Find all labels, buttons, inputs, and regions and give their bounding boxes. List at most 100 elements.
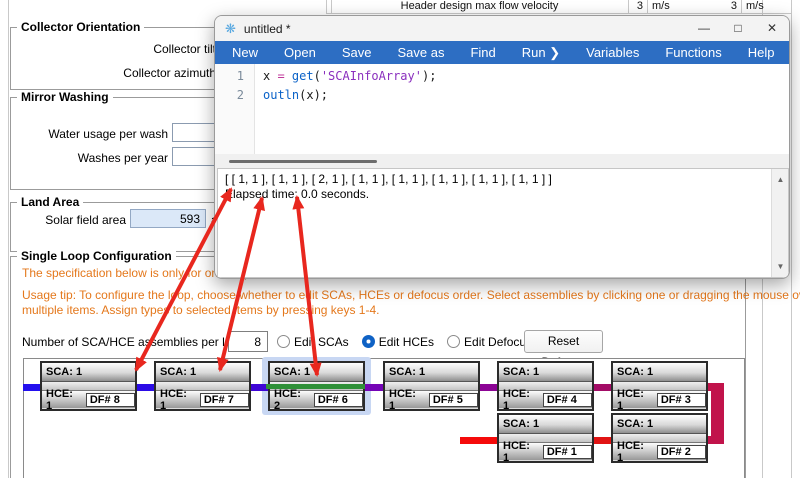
edit-mode-radio-group: Edit SCAsEdit HCEsEdit Defocus Order: [277, 331, 566, 352]
hce-label: HCE: 1: [503, 440, 537, 464]
editor-output-splitter[interactable]: [215, 154, 789, 168]
loop-pipe-segment: [23, 384, 40, 391]
table-value: 3: [695, 0, 737, 13]
sca-bar[interactable]: SCA: 1: [385, 363, 478, 382]
assembly-df-7[interactable]: SCA: 1HCE: 1DF# 7: [154, 361, 251, 411]
menu-item-save[interactable]: Save: [329, 45, 385, 61]
loop-pipe-segment: [708, 436, 724, 444]
hce-bar[interactable]: HCE: 1DF# 8: [42, 391, 135, 408]
code-editor[interactable]: 12 x = get('SCAInfoArray');outln(x);: [215, 64, 789, 154]
code-token: );: [422, 69, 436, 83]
sca-bar[interactable]: SCA: 1: [613, 363, 706, 382]
defocus-order-box[interactable]: DF# 1: [543, 445, 592, 459]
defocus-order-box[interactable]: DF# 5: [429, 393, 478, 407]
hce-bar[interactable]: HCE: 2DF# 6: [270, 391, 363, 408]
code-token: (x);: [299, 88, 328, 102]
radio-edit-hces[interactable]: Edit HCEs: [362, 335, 434, 349]
code-line: x = get('SCAInfoArray');: [263, 67, 789, 86]
sca-bar[interactable]: SCA: 1: [499, 415, 592, 434]
sca-bar[interactable]: SCA: 1: [42, 363, 135, 382]
output-scrollbar[interactable]: ▲ ▼: [771, 169, 788, 277]
hce-bar[interactable]: HCE: 1DF# 2: [613, 443, 706, 460]
hce-bar[interactable]: HCE: 1DF# 1: [499, 443, 592, 460]
group-title: Single Loop Configuration: [17, 249, 176, 263]
radio-circle-icon[interactable]: [447, 335, 460, 348]
radio-label: Edit HCEs: [379, 335, 434, 349]
hce-label: HCE: 1: [389, 388, 423, 412]
assembly-df-1[interactable]: SCA: 1HCE: 1DF# 1: [497, 413, 594, 463]
defocus-order-box[interactable]: DF# 3: [657, 393, 706, 407]
code-text[interactable]: x = get('SCAInfoArray');outln(x);: [255, 64, 789, 154]
loop-pipe-segment: [365, 384, 383, 391]
solar-field-area-label: Solar field area: [45, 213, 126, 227]
hce-bar[interactable]: HCE: 1DF# 3: [613, 391, 706, 408]
loop-pipe-segment: [137, 384, 154, 391]
group-title: Mirror Washing: [17, 90, 113, 104]
table-units: m/s: [746, 0, 786, 13]
hce-label: HCE: 1: [617, 440, 651, 464]
window-titlebar[interactable]: ❋ untitled * — □ ✕: [215, 16, 789, 41]
loop-pipe-segment: [594, 384, 611, 391]
menu-item-help[interactable]: Help: [735, 45, 788, 60]
defocus-order-box[interactable]: DF# 7: [200, 393, 249, 407]
menu-item-functions[interactable]: Functions: [652, 45, 734, 60]
sca-bar[interactable]: SCA: 1: [499, 363, 592, 382]
hce-label: HCE: 1: [503, 388, 537, 412]
radio-label: Edit SCAs: [294, 335, 349, 349]
scroll-down-icon[interactable]: ▼: [772, 259, 789, 274]
table-units: m/s: [652, 0, 692, 13]
output-elapsed-text: Elapsed time: 0.0 seconds.: [225, 187, 766, 202]
table-value: 3: [600, 0, 643, 13]
code-token: x: [263, 69, 277, 83]
maximize-button[interactable]: □: [721, 16, 755, 41]
panel-left-border: [8, 0, 9, 478]
assembly-df-3[interactable]: SCA: 1 HCE: 1DF# 3: [611, 361, 708, 411]
group-title: Collector Orientation: [17, 20, 144, 34]
hce-bar[interactable]: HCE: 1DF# 7: [156, 391, 249, 408]
loop-pipe-segment: [594, 437, 611, 444]
minimize-button[interactable]: —: [687, 16, 721, 41]
assembly-df-4[interactable]: SCA: 1HCE: 1DF# 4: [497, 361, 594, 411]
code-token: (: [314, 69, 321, 83]
solar-field-area-input[interactable]: 593: [130, 209, 206, 228]
page: Header design max flow velocity 3 m/s 3 …: [0, 0, 800, 478]
line-number: 2: [215, 86, 244, 105]
script-editor-window: ❋ untitled * — □ ✕ NewOpenSaveSave asFin…: [214, 15, 790, 279]
menu-item-save-as[interactable]: Save as: [384, 45, 457, 61]
assembly-df-2[interactable]: SCA: 1HCE: 1DF# 2: [611, 413, 708, 463]
scroll-up-icon[interactable]: ▲: [772, 172, 789, 187]
menu-item-find[interactable]: Find: [457, 45, 508, 61]
reset-defocus-button[interactable]: Reset Defocus: [524, 330, 603, 353]
menu-item-run[interactable]: Run ❯: [509, 45, 573, 61]
splitter-grip[interactable]: [229, 160, 377, 163]
sca-bar[interactable]: SCA: 1: [270, 363, 363, 382]
close-window-button[interactable]: ✕: [755, 16, 789, 41]
panel-right-border: [791, 0, 792, 478]
snowflake-app-icon: ❋: [225, 22, 236, 35]
menu-item-open[interactable]: Open: [271, 45, 329, 61]
sca-bar[interactable]: SCA: 1: [613, 415, 706, 434]
defocus-order-box[interactable]: DF# 6: [314, 393, 363, 407]
radio-circle-icon[interactable]: [277, 335, 290, 348]
hce-label: HCE: 1: [160, 388, 194, 412]
defocus-order-box[interactable]: DF# 2: [657, 445, 706, 459]
assemblies-per-loop-input[interactable]: 8: [228, 331, 268, 352]
usage-tip-line1: Usage tip: To configure the loop, choose…: [22, 288, 800, 302]
sca-bar[interactable]: SCA: 1: [156, 363, 249, 382]
code-line: outln(x);: [263, 86, 789, 105]
menu-item-variables[interactable]: Variables: [573, 45, 652, 60]
defocus-order-box[interactable]: DF# 4: [543, 393, 592, 407]
line-number: 1: [215, 67, 244, 86]
hce-bar[interactable]: HCE: 1DF# 4: [499, 391, 592, 408]
hce-bar[interactable]: HCE: 1DF# 5: [385, 391, 478, 408]
menu-item-new[interactable]: New: [219, 45, 271, 61]
assembly-df-8[interactable]: SCA: 1 HCE: 1DF# 8: [40, 361, 137, 411]
radio-circle-icon[interactable]: [362, 335, 375, 348]
assembly-df-5[interactable]: SCA: 1HCE: 1DF# 5: [383, 361, 480, 411]
script-output-console: [ [ 1, 1 ], [ 1, 1 ], [ 2, 1 ], [ 1, 1 ]…: [217, 168, 789, 278]
loop-pipe-segment: [266, 384, 367, 389]
menu-item-close[interactable]: Close: [787, 45, 790, 60]
line-number-gutter: 12: [215, 64, 255, 154]
radio-edit-scas[interactable]: Edit SCAs: [277, 335, 349, 349]
defocus-order-box[interactable]: DF# 8: [86, 393, 135, 407]
